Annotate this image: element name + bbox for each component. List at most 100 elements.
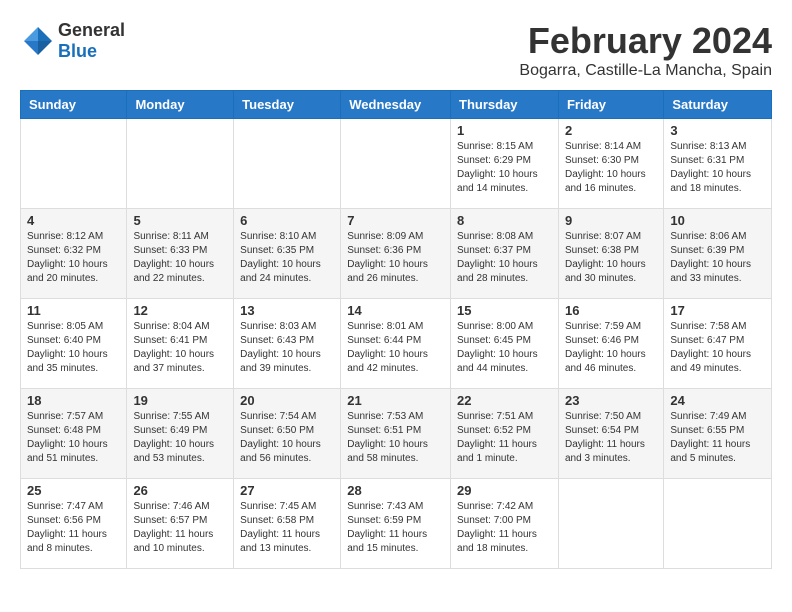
day-info: Sunrise: 8:13 AM Sunset: 6:31 PM Dayligh… xyxy=(670,140,765,196)
day-number: 25 xyxy=(27,483,120,498)
calendar-cell: 20 Sunrise: 7:54 AM Sunset: 6:50 PM Dayli… xyxy=(234,389,341,479)
day-info: Sunrise: 8:15 AM Sunset: 6:29 PM Dayligh… xyxy=(457,140,552,196)
calendar-cell: 4 Sunrise: 8:12 AM Sunset: 6:32 PM Daylig… xyxy=(21,209,127,299)
calendar-cell: 15 Sunrise: 8:00 AM Sunset: 6:45 PM Dayli… xyxy=(451,299,559,389)
calendar-cell: 2 Sunrise: 8:14 AM Sunset: 6:30 PM Daylig… xyxy=(558,119,663,209)
day-info: Sunrise: 8:14 AM Sunset: 6:30 PM Dayligh… xyxy=(565,140,657,196)
day-info: Sunrise: 8:03 AM Sunset: 6:43 PM Dayligh… xyxy=(240,320,334,376)
calendar-cell: 3Sunrise: 8:13 AM Sunset: 6:31 PM Daylig… xyxy=(664,119,772,209)
calendar-cell: 13 Sunrise: 8:03 AM Sunset: 6:43 PM Dayli… xyxy=(234,299,341,389)
day-number: 22 xyxy=(457,393,552,408)
calendar-week-row: 11 Sunrise: 8:05 AM Sunset: 6:40 PM Dayli… xyxy=(21,299,772,389)
day-number: 15 xyxy=(457,303,552,318)
day-number: 20 xyxy=(240,393,334,408)
day-number: 29 xyxy=(457,483,552,498)
day-info: Sunrise: 8:09 AM Sunset: 6:36 PM Dayligh… xyxy=(347,230,444,286)
header-sunday: Sunday xyxy=(21,91,127,119)
calendar-cell xyxy=(234,119,341,209)
day-number: 16 xyxy=(565,303,657,318)
calendar-cell: 8Sunrise: 8:08 AM Sunset: 6:37 PM Daylig… xyxy=(451,209,559,299)
day-info: Sunrise: 7:57 AM Sunset: 6:48 PM Dayligh… xyxy=(27,410,120,466)
calendar-cell xyxy=(664,479,772,569)
header-thursday: Thursday xyxy=(451,91,559,119)
day-info: Sunrise: 8:05 AM Sunset: 6:40 PM Dayligh… xyxy=(27,320,120,376)
calendar-cell: 7 Sunrise: 8:09 AM Sunset: 6:36 PM Daylig… xyxy=(341,209,451,299)
calendar-cell: 18 Sunrise: 7:57 AM Sunset: 6:48 PM Dayli… xyxy=(21,389,127,479)
calendar-cell: 22 Sunrise: 7:51 AM Sunset: 6:52 PM Dayli… xyxy=(451,389,559,479)
day-number: 27 xyxy=(240,483,334,498)
day-number: 13 xyxy=(240,303,334,318)
day-info: Sunrise: 8:11 AM Sunset: 6:33 PM Dayligh… xyxy=(133,230,227,286)
calendar-cell: 29 Sunrise: 7:42 AM Sunset: 7:00 PM Dayli… xyxy=(451,479,559,569)
day-info: Sunrise: 8:01 AM Sunset: 6:44 PM Dayligh… xyxy=(347,320,444,376)
calendar-cell: 17 Sunrise: 7:58 AM Sunset: 6:47 PM Dayli… xyxy=(664,299,772,389)
day-info: Sunrise: 7:53 AM Sunset: 6:51 PM Dayligh… xyxy=(347,410,444,466)
day-number: 12 xyxy=(133,303,227,318)
day-number: 24 xyxy=(670,393,765,408)
day-info: Sunrise: 7:59 AM Sunset: 6:46 PM Dayligh… xyxy=(565,320,657,376)
day-number: 18 xyxy=(27,393,120,408)
calendar-week-row: 1 Sunrise: 8:15 AM Sunset: 6:29 PM Daylig… xyxy=(21,119,772,209)
location-subtitle: Bogarra, Castille-La Mancha, Spain xyxy=(519,62,772,80)
day-number: 26 xyxy=(133,483,227,498)
day-info: Sunrise: 8:12 AM Sunset: 6:32 PM Dayligh… xyxy=(27,230,120,286)
day-number: 17 xyxy=(670,303,765,318)
calendar-cell: 21 Sunrise: 7:53 AM Sunset: 6:51 PM Dayli… xyxy=(341,389,451,479)
day-number: 28 xyxy=(347,483,444,498)
calendar-cell: 6Sunrise: 8:10 AM Sunset: 6:35 PM Daylig… xyxy=(234,209,341,299)
day-number: 21 xyxy=(347,393,444,408)
title-section: February 2024 Bogarra, Castille-La Manch… xyxy=(519,20,772,80)
day-number: 6 xyxy=(240,213,334,228)
day-info: Sunrise: 8:07 AM Sunset: 6:38 PM Dayligh… xyxy=(565,230,657,286)
calendar-cell: 26 Sunrise: 7:46 AM Sunset: 6:57 PM Dayli… xyxy=(127,479,234,569)
day-info: Sunrise: 7:50 AM Sunset: 6:54 PM Dayligh… xyxy=(565,410,657,466)
day-number: 7 xyxy=(347,213,444,228)
calendar-cell xyxy=(341,119,451,209)
day-number: 11 xyxy=(27,303,120,318)
calendar-cell: 12 Sunrise: 8:04 AM Sunset: 6:41 PM Dayli… xyxy=(127,299,234,389)
day-number: 9 xyxy=(565,213,657,228)
calendar-cell: 14 Sunrise: 8:01 AM Sunset: 6:44 PM Dayli… xyxy=(341,299,451,389)
day-number: 4 xyxy=(27,213,120,228)
month-year-title: February 2024 xyxy=(519,20,772,62)
day-number: 19 xyxy=(133,393,227,408)
logo-icon xyxy=(20,23,56,59)
calendar-cell: 9 Sunrise: 8:07 AM Sunset: 6:38 PM Daylig… xyxy=(558,209,663,299)
calendar-cell xyxy=(127,119,234,209)
day-number: 8 xyxy=(457,213,552,228)
header-saturday: Saturday xyxy=(664,91,772,119)
day-info: Sunrise: 7:46 AM Sunset: 6:57 PM Dayligh… xyxy=(133,500,227,556)
day-info: Sunrise: 7:51 AM Sunset: 6:52 PM Dayligh… xyxy=(457,410,552,466)
calendar-table: Sunday Monday Tuesday Wednesday Thursday… xyxy=(20,90,772,569)
day-info: Sunrise: 7:47 AM Sunset: 6:56 PM Dayligh… xyxy=(27,500,120,556)
calendar-cell xyxy=(21,119,127,209)
day-info: Sunrise: 8:06 AM Sunset: 6:39 PM Dayligh… xyxy=(670,230,765,286)
calendar-cell xyxy=(558,479,663,569)
calendar-cell: 24Sunrise: 7:49 AM Sunset: 6:55 PM Dayli… xyxy=(664,389,772,479)
day-info: Sunrise: 7:58 AM Sunset: 6:47 PM Dayligh… xyxy=(670,320,765,376)
day-info: Sunrise: 7:55 AM Sunset: 6:49 PM Dayligh… xyxy=(133,410,227,466)
calendar-cell: 1 Sunrise: 8:15 AM Sunset: 6:29 PM Daylig… xyxy=(451,119,559,209)
day-info: Sunrise: 8:04 AM Sunset: 6:41 PM Dayligh… xyxy=(133,320,227,376)
calendar-cell: 11 Sunrise: 8:05 AM Sunset: 6:40 PM Dayli… xyxy=(21,299,127,389)
day-number: 14 xyxy=(347,303,444,318)
logo: General Blue xyxy=(20,20,125,62)
day-info: Sunrise: 7:54 AM Sunset: 6:50 PM Dayligh… xyxy=(240,410,334,466)
calendar-week-row: 4 Sunrise: 8:12 AM Sunset: 6:32 PM Daylig… xyxy=(21,209,772,299)
page-header: General Blue February 2024 Bogarra, Cast… xyxy=(20,20,772,80)
calendar-cell: 10 Sunrise: 8:06 AM Sunset: 6:39 PM Dayli… xyxy=(664,209,772,299)
day-number: 23 xyxy=(565,393,657,408)
day-number: 1 xyxy=(457,123,552,138)
calendar-cell: 28 Sunrise: 7:43 AM Sunset: 6:59 PM Dayli… xyxy=(341,479,451,569)
day-info: Sunrise: 7:43 AM Sunset: 6:59 PM Dayligh… xyxy=(347,500,444,556)
day-info: Sunrise: 7:42 AM Sunset: 7:00 PM Dayligh… xyxy=(457,500,552,556)
logo-general-text: General xyxy=(58,20,125,40)
calendar-cell: 27Sunrise: 7:45 AM Sunset: 6:58 PM Dayli… xyxy=(234,479,341,569)
day-number: 10 xyxy=(670,213,765,228)
day-info: Sunrise: 8:00 AM Sunset: 6:45 PM Dayligh… xyxy=(457,320,552,376)
day-number: 2 xyxy=(565,123,657,138)
header-monday: Monday xyxy=(127,91,234,119)
header-wednesday: Wednesday xyxy=(341,91,451,119)
calendar-cell: 19 Sunrise: 7:55 AM Sunset: 6:49 PM Dayli… xyxy=(127,389,234,479)
header-friday: Friday xyxy=(558,91,663,119)
